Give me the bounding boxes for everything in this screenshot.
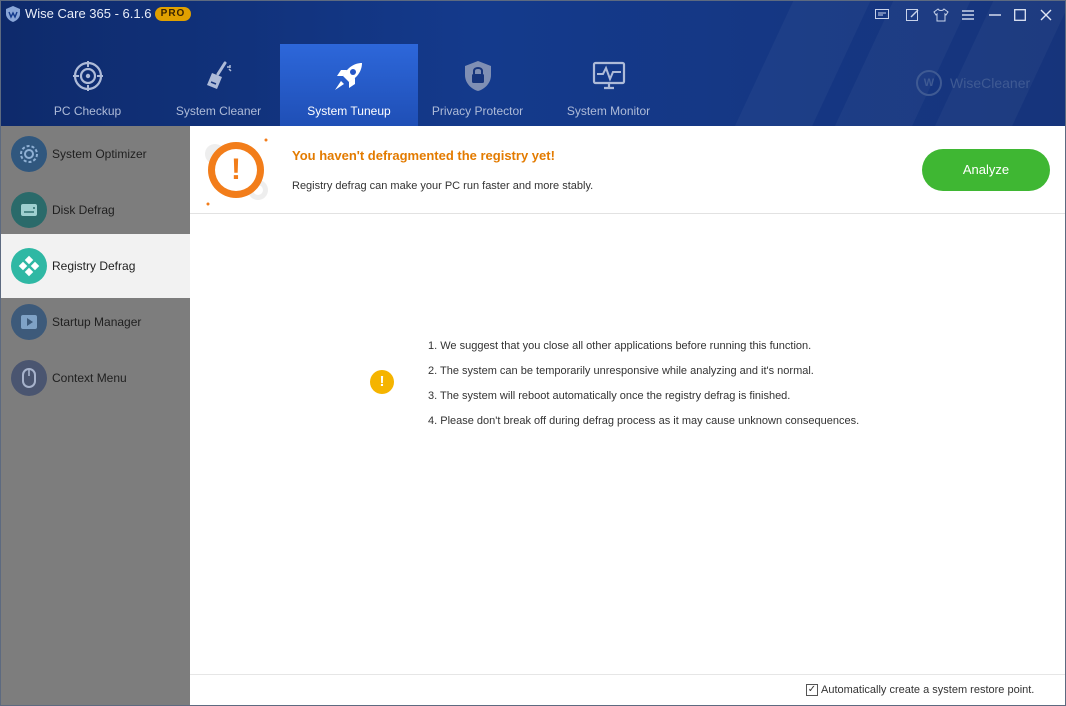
sidebar-item-system-optimizer[interactable]: System Optimizer <box>0 126 190 182</box>
sidebar-item-label: Registry Defrag <box>52 259 136 273</box>
main-panel: ! You haven't defragmented the registry … <box>190 126 1065 705</box>
title-bar: Wise Care 365 - 6.1.6 PRO <box>0 0 1066 30</box>
brand-name: WiseCleaner <box>950 75 1031 91</box>
tab-label: System Cleaner <box>175 104 262 118</box>
tab-label: System Tuneup <box>307 104 391 118</box>
sidebar-item-label: System Optimizer <box>52 147 147 161</box>
sidebar-item-disk-defrag[interactable]: Disk Defrag <box>0 182 190 238</box>
tab-label: System Monitor <box>566 104 651 118</box>
sidebar-item-label: Startup Manager <box>52 315 142 329</box>
feedback-icon[interactable] <box>873 6 891 24</box>
disk-icon <box>11 192 47 228</box>
app-logo-icon <box>6 6 20 22</box>
sidebar-item-label: Disk Defrag <box>52 203 115 217</box>
minimize-icon[interactable] <box>986 6 1004 24</box>
maximize-icon[interactable] <box>1011 6 1029 24</box>
app-title: Wise Care 365 - 6.1.6 <box>25 6 152 21</box>
restore-point-checkbox[interactable]: ✓ <box>806 684 818 696</box>
warning-mark: ! <box>231 153 241 186</box>
mouse-icon <box>11 360 47 396</box>
header: Wise Care 365 - 6.1.6 PRO PC Checkup Sys… <box>0 0 1066 126</box>
pro-badge: PRO <box>155 7 191 21</box>
footer: ✓ Automatically create a system restore … <box>190 674 1065 705</box>
skin-shirt-icon[interactable] <box>932 6 950 24</box>
monitor-pulse-icon <box>591 58 627 94</box>
list-item: 3. The system will reboot automatically … <box>428 390 791 402</box>
restore-point-option[interactable]: ✓ Automatically create a system restore … <box>806 684 1034 696</box>
sidebar: System Optimizer Disk Defrag Registry De… <box>0 126 190 706</box>
sidebar-item-registry-defrag[interactable]: Registry Defrag <box>0 234 190 298</box>
gear-icon <box>11 136 47 172</box>
tab-label: PC Checkup <box>53 104 122 118</box>
target-icon <box>70 58 106 94</box>
tab-system-tuneup[interactable]: System Tuneup <box>280 44 418 126</box>
list-item: 1. We suggest that you close all other a… <box>428 340 812 352</box>
play-icon <box>11 304 47 340</box>
tab-label: Privacy Protector <box>431 104 524 118</box>
list-item: 4. Please don't break off during defrag … <box>428 415 860 427</box>
close-icon[interactable] <box>1037 6 1055 24</box>
wisecleaner-logo-icon: W <box>916 70 942 96</box>
rocket-icon <box>331 58 367 94</box>
registry-blocks-icon <box>11 248 47 284</box>
tips-list: 1. We suggest that you close all other a… <box>428 340 859 440</box>
tab-system-cleaner[interactable]: System Cleaner <box>153 44 284 126</box>
lock-shield-icon <box>460 58 496 94</box>
sidebar-item-startup-manager[interactable]: Startup Manager <box>0 294 190 350</box>
broom-icon <box>201 58 237 94</box>
banner-subtitle: Registry defrag can make your PC run fas… <box>292 180 594 192</box>
sidebar-item-context-menu[interactable]: Context Menu <box>0 350 190 406</box>
analyze-button[interactable]: Analyze <box>922 149 1050 191</box>
status-banner: ! You haven't defragmented the registry … <box>190 126 1065 214</box>
info-warning-icon: ! <box>370 370 394 394</box>
banner-title: You haven't defragmented the registry ye… <box>292 148 555 163</box>
edit-icon[interactable] <box>904 6 922 24</box>
menu-icon[interactable] <box>959 6 977 24</box>
tab-system-monitor[interactable]: System Monitor <box>543 44 674 126</box>
sidebar-item-label: Context Menu <box>52 371 127 385</box>
wisecleaner-brand: W WiseCleaner <box>916 70 1030 96</box>
list-item: 2. The system can be temporarily unrespo… <box>428 365 814 377</box>
restore-point-label: Automatically create a system restore po… <box>821 684 1035 696</box>
tab-privacy-protector[interactable]: Privacy Protector <box>412 44 543 126</box>
tab-pc-checkup[interactable]: PC Checkup <box>22 44 153 126</box>
